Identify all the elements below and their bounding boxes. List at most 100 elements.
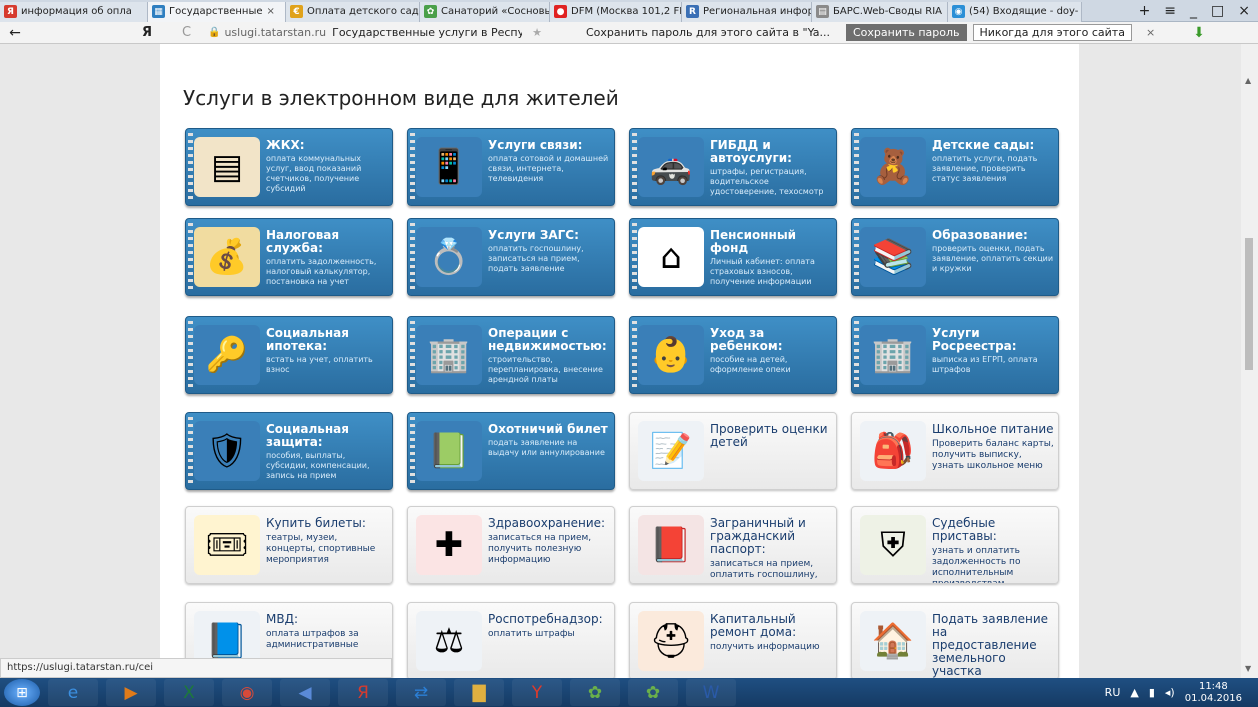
maximize-button[interactable]: □ [1211,3,1224,19]
service-card-pension[interactable]: ⌂ Пенсионный фонд Личный кабинет: оплата с… [629,218,837,296]
radio-icon: ● [554,5,567,18]
tab-5[interactable]: R Региональная инфор [682,1,812,22]
service-card-kindergarten[interactable]: 🧸 Детские сады: оплатить услуги, подать за… [851,128,1059,206]
clock[interactable]: 11:48 01.04.2016 [1185,681,1242,705]
service-card-text: Операции с недвижимостью: строительство, … [488,327,610,385]
service-card-title: Детские сады: [932,138,1035,152]
yandex-app-icon[interactable]: Я [338,679,388,706]
bookmark-star-icon[interactable]: ★ [532,26,542,39]
never-save-button[interactable]: Никогда для этого сайта [972,24,1132,41]
hard-hat-icon: ⛑ [638,611,704,671]
service-card-rosreestr[interactable]: 🏢 Услуги Росреестра: выписка из ЕГРП, опла… [851,316,1059,394]
tab-6[interactable]: ▤ БАРС.Web-Своды RIA [812,1,948,22]
new-tab-button[interactable]: + [1139,3,1151,19]
service-card-grades[interactable]: 📝 Проверить оценки детей [629,412,837,490]
service-card-text: Налоговая служба: оплатить задолженность,… [266,229,388,287]
download-icon[interactable]: ⬇ [1193,25,1205,41]
back-button[interactable]: ← [0,25,30,41]
menu-button[interactable]: ≡ [1164,3,1176,19]
service-card-hunting[interactable]: 📗 Охотничий билет подать заявление на выда… [407,412,615,490]
tab-4[interactable]: ● DFM (Москва 101,2 FI [550,1,682,22]
yandex-browser-icon[interactable]: Y [512,679,562,706]
scroll-thumb[interactable] [1245,238,1253,370]
service-card-text: Заграничный и гражданский паспорт: записа… [710,517,832,584]
service-card-health[interactable]: ✚ Здравоохранение: записаться на прием, по… [407,506,615,584]
service-card-description: выписка из ЕГРП, оплата штрафов [932,355,1038,374]
media-icon[interactable]: ▶ [106,679,156,706]
scales-icon: ⚖ [416,611,482,671]
tab-label: Оплата детского сада [307,6,420,17]
start-button[interactable]: ⊞ [4,679,40,706]
service-card-text: ЖКХ: оплата коммунальных услуг, ввод пока… [266,139,388,194]
url-host[interactable]: uslugi.tatarstan.ru [224,26,326,39]
network-icon[interactable]: ▮ [1149,686,1155,699]
binder-spiral [410,133,415,203]
tab-2[interactable]: € Оплата детского сада [286,1,420,22]
explorer-icon[interactable]: ▇ [454,679,504,706]
service-card-real-estate[interactable]: 🏢 Операции с недвижимостью: строительство,… [407,316,615,394]
tab-0[interactable]: Яинформация об опла [0,1,148,22]
service-card-title: Роспотребнадзор: [488,612,603,626]
service-card-text: Школьное питание Проверить баланс карты, … [932,423,1054,472]
service-card-communication[interactable]: 📱 Услуги связи: оплата сотовой и домашней … [407,128,615,206]
service-card-child-care[interactable]: 👶 Уход за ребенком: пособие на детей, офор… [629,316,837,394]
service-card-title: Социальная ипотека: [266,326,349,353]
tab-1[interactable]: ▦ Государственные × [148,1,286,22]
service-card-text: Уход за ребенком: пособие на детей, оформ… [710,327,832,375]
url-page-title[interactable]: Государственные услуги в Республ... [332,26,522,39]
service-card-title: Социальная защита: [266,422,349,449]
service-card-text: Купить билеты: театры, музеи, концерты, с… [266,517,388,566]
tab-7[interactable]: ◉ (54) Входящие - doy- [948,1,1082,22]
tab-close-button[interactable]: × [267,6,275,17]
excel-icon[interactable]: X [164,679,214,706]
save-password-button[interactable]: Сохранить пароль [845,24,967,41]
address-bar: ← Я C 🔒 uslugi.tatarstan.ru Государствен… [0,22,1258,44]
minimize-button[interactable]: _ [1190,3,1197,19]
close-window-button[interactable]: × [1238,3,1250,19]
service-card-passport[interactable]: 📕 Заграничный и гражданский паспорт: запис… [629,506,837,584]
binder-spiral [854,321,859,391]
service-card-text: Здравоохранение: записаться на прием, пол… [488,517,610,566]
service-card-zhkh[interactable]: ▤ ЖКХ: оплата коммунальных услуг, ввод пок… [185,128,393,206]
service-card-text: Услуги ЗАГС: оплатить госпошлину, записат… [488,229,610,274]
kids-app-icon[interactable]: ✿ [570,679,620,706]
close-prompt-button[interactable]: × [1146,26,1155,39]
teamviewer-icon[interactable]: ⇄ [396,679,446,706]
service-card-tickets[interactable]: 🎟 Купить билеты: театры, музеи, концерты, … [185,506,393,584]
service-card-education[interactable]: 📚 Образование: проверить оценки, подать за… [851,218,1059,296]
service-card-tax[interactable]: 💰 Налоговая служба: оплатить задолженность… [185,218,393,296]
scroll-up-icon[interactable]: ▲ [1245,76,1251,85]
speaker-icon[interactable]: ◂) [1165,686,1175,699]
service-card-title: Заграничный и гражданский паспорт: [710,516,806,556]
window-controls: + ≡ _ □ × [1139,0,1258,22]
service-card-title: Судебные приставы: [932,516,997,543]
service-card-social-protection[interactable]: 🛡 Социальная защита: пособия, выплаты, суб… [185,412,393,490]
service-card-title: Операции с недвижимостью: [488,326,607,353]
yandex-logo[interactable]: Я [142,25,162,40]
scrollbar[interactable]: ▲ ▼ [1241,44,1258,678]
tray-arrow-icon[interactable]: ▲ [1130,686,1138,699]
service-card-capital-repair[interactable]: ⛑ Капитальный ремонт дома: получить информ… [629,602,837,678]
invoice-icon: ▤ [194,137,260,197]
kids-app2-icon[interactable]: ✿ [628,679,678,706]
service-card-bailiffs[interactable]: ⛨ Судебные приставы: узнать и оплатить зад… [851,506,1059,584]
volume-app-icon[interactable]: ◀ [280,679,330,706]
chrome-icon[interactable]: ◉ [222,679,272,706]
service-card-school-meals[interactable]: 🎒 Школьное питание Проверить баланс карты,… [851,412,1059,490]
tab-3[interactable]: ✿ Санаторий «Сосновы [420,1,550,22]
region-icon: R [686,5,699,18]
service-card-text: Пенсионный фонд Личный кабинет: оплата ст… [710,229,832,287]
service-card-zags[interactable]: 💍 Услуги ЗАГС: оплатить госпошлину, записа… [407,218,615,296]
binder-spiral [188,223,193,293]
service-card-description: оплатить задолженность, налоговый кальку… [266,257,377,286]
service-card-rospotrebnadzor[interactable]: ⚖ Роспотребнадзор: оплатить штрафы [407,602,615,678]
reload-button[interactable]: C [182,25,202,40]
ie-icon[interactable]: e [48,679,98,706]
service-card-text: Услуги связи: оплата сотовой и домашней с… [488,139,610,184]
word-icon[interactable]: W [686,679,736,706]
service-card-gibdd[interactable]: 🚓 ГИБДД и автоуслуги: штрафы, регистрация,… [629,128,837,206]
scroll-down-icon[interactable]: ▼ [1245,664,1251,673]
service-card-social-mortgage[interactable]: 🔑 Социальная ипотека: встать на учет, опла… [185,316,393,394]
language-indicator[interactable]: RU [1105,686,1121,699]
service-card-land[interactable]: 🏠 Подать заявление на предоставление земе… [851,602,1059,678]
